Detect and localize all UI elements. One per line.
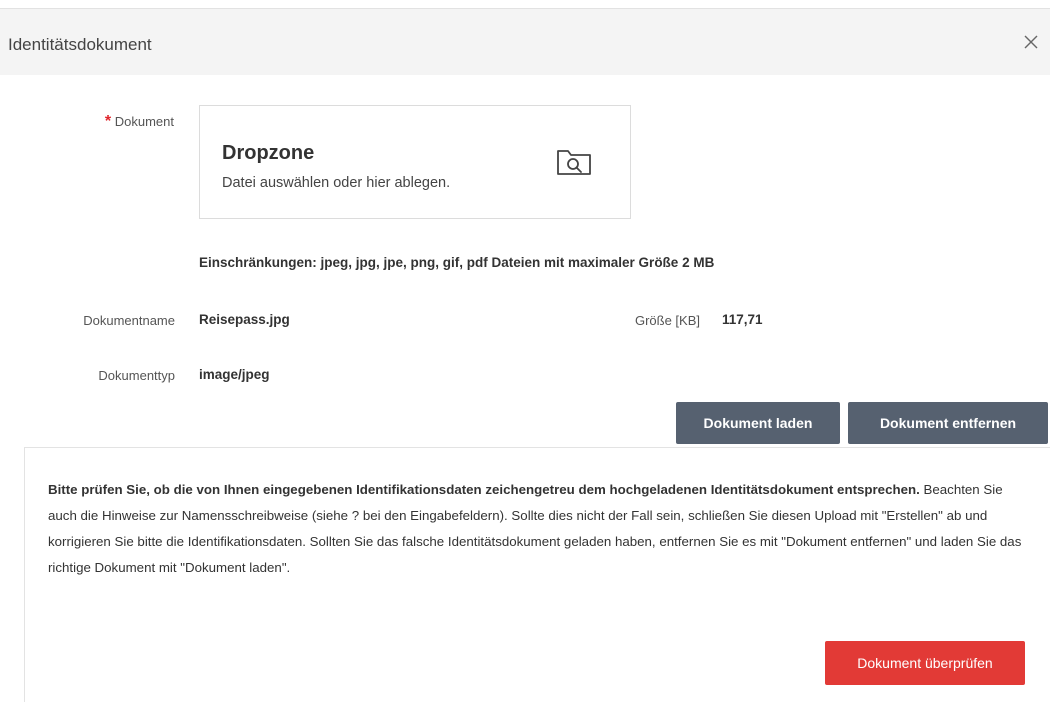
document-type-value: image/jpeg xyxy=(199,367,270,382)
verification-notice: Bitte prüfen Sie, ob die von Ihnen einge… xyxy=(24,447,1050,702)
verify-document-button[interactable]: Dokument überprüfen xyxy=(825,641,1025,685)
document-name-label: Dokumentname xyxy=(83,313,175,328)
notice-bold-text: Bitte prüfen Sie, ob die von Ihnen einge… xyxy=(48,482,920,497)
size-label: Größe [KB] xyxy=(634,313,700,328)
close-icon[interactable] xyxy=(1020,31,1042,53)
dropzone-subtitle: Datei auswählen oder hier ablegen. xyxy=(222,175,451,191)
document-label-text: Dokument xyxy=(114,114,174,129)
document-label: * Dokument xyxy=(70,113,174,131)
dialog-header: Identitätsdokument xyxy=(0,8,1050,75)
document-type-label: Dokumenttyp xyxy=(98,368,175,383)
document-name-value: Reisepass.jpg xyxy=(199,312,290,327)
folder-search-icon xyxy=(557,150,591,175)
remove-document-button[interactable]: Dokument entfernen xyxy=(848,402,1048,444)
identity-document-dialog: Identitätsdokument * Dokument Dropzone D… xyxy=(0,0,1050,702)
dropzone-title: Dropzone xyxy=(222,142,315,164)
notice-text: Bitte prüfen Sie, ob die von Ihnen einge… xyxy=(48,477,1033,581)
load-document-button[interactable]: Dokument laden xyxy=(676,402,840,444)
size-value: 117,71 xyxy=(722,312,763,327)
upload-restrictions: Einschränkungen: jpeg, jpg, jpe, png, gi… xyxy=(199,255,715,270)
required-marker: * xyxy=(104,113,112,130)
dialog-title: Identitätsdokument xyxy=(8,35,152,54)
dropzone[interactable]: Dropzone Datei auswählen oder hier ableg… xyxy=(199,105,631,219)
